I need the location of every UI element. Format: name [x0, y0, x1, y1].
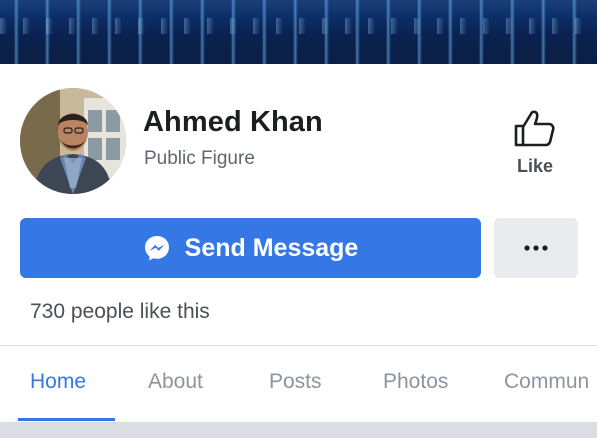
page-category: Public Figure	[144, 148, 255, 169]
cover-photo[interactable]	[0, 0, 597, 64]
tab-about[interactable]: About	[148, 370, 203, 394]
active-tab-indicator	[18, 418, 115, 421]
tab-photos[interactable]: Photos	[383, 370, 448, 394]
avatar[interactable]	[20, 88, 126, 194]
likes-count-text[interactable]: 730 people like this	[30, 300, 210, 324]
avatar-photo	[20, 88, 126, 194]
tab-community[interactable]: Commun	[504, 370, 589, 394]
send-message-label: Send Message	[184, 233, 359, 262]
like-page-button[interactable]: Like	[504, 108, 566, 186]
thumbs-up-icon	[514, 110, 555, 147]
like-label: Like	[516, 156, 554, 176]
messenger-icon	[144, 236, 169, 261]
section-separator	[0, 422, 597, 438]
tab-posts[interactable]: Posts	[269, 370, 322, 394]
page-profile: Ahmed Khan Public Figure Like Send Messa…	[0, 0, 597, 438]
send-message-button[interactable]: Send Message	[20, 218, 481, 278]
ellipsis-icon	[524, 245, 548, 251]
page-tabs: Home About Posts Photos Commun	[0, 346, 597, 422]
more-options-button[interactable]	[494, 218, 578, 278]
page-name[interactable]: Ahmed Khan	[143, 106, 323, 139]
tab-home[interactable]: Home	[30, 370, 86, 394]
